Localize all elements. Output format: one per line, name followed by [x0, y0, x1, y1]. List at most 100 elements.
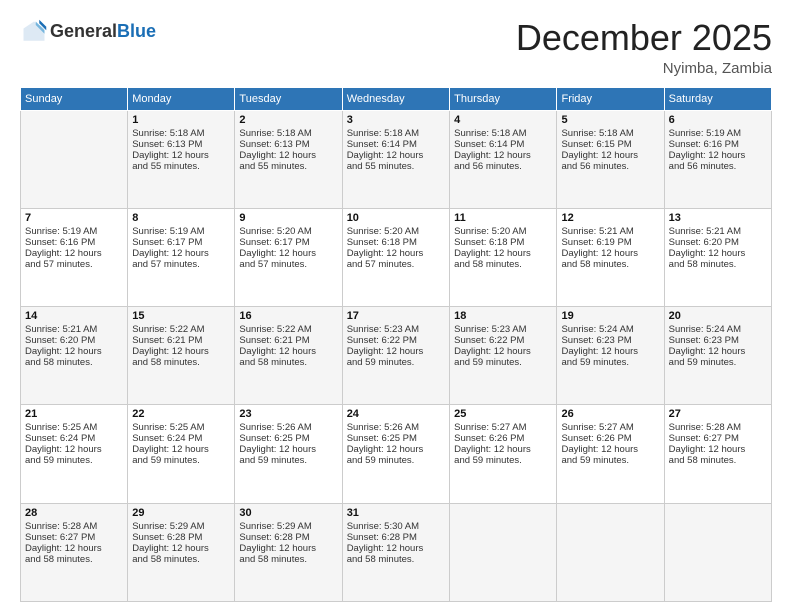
calendar-day-18: 18Sunrise: 5:23 AMSunset: 6:22 PMDayligh…	[450, 307, 557, 405]
day-info-line: and 59 minutes.	[347, 455, 445, 466]
day-info-line: Sunrise: 5:23 AM	[454, 324, 552, 335]
calendar-day-3: 3Sunrise: 5:18 AMSunset: 6:14 PMDaylight…	[342, 110, 449, 208]
calendar-week-3: 14Sunrise: 5:21 AMSunset: 6:20 PMDayligh…	[21, 307, 772, 405]
day-info-line: and 58 minutes.	[669, 259, 767, 270]
calendar-day-16: 16Sunrise: 5:22 AMSunset: 6:21 PMDayligh…	[235, 307, 342, 405]
day-info-line: Daylight: 12 hours	[347, 248, 445, 259]
calendar-day-empty	[664, 503, 771, 601]
day-number: 25	[454, 408, 552, 420]
day-info-line: Daylight: 12 hours	[25, 444, 123, 455]
day-info-line: Sunset: 6:24 PM	[132, 433, 230, 444]
calendar-day-10: 10Sunrise: 5:20 AMSunset: 6:18 PMDayligh…	[342, 208, 449, 306]
day-info-line: and 58 minutes.	[347, 554, 445, 565]
day-info-line: Sunrise: 5:18 AM	[132, 128, 230, 139]
day-info-line: and 58 minutes.	[239, 357, 337, 368]
day-info-line: Sunset: 6:25 PM	[347, 433, 445, 444]
day-info-line: Sunset: 6:23 PM	[561, 335, 659, 346]
day-info-line: Daylight: 12 hours	[239, 346, 337, 357]
day-number: 26	[561, 408, 659, 420]
day-number: 11	[454, 212, 552, 224]
day-info-line: Daylight: 12 hours	[132, 444, 230, 455]
day-info-line: and 56 minutes.	[669, 161, 767, 172]
calendar-day-8: 8Sunrise: 5:19 AMSunset: 6:17 PMDaylight…	[128, 208, 235, 306]
day-number: 18	[454, 310, 552, 322]
day-info-line: and 57 minutes.	[347, 259, 445, 270]
calendar-day-13: 13Sunrise: 5:21 AMSunset: 6:20 PMDayligh…	[664, 208, 771, 306]
day-number: 4	[454, 114, 552, 126]
day-number: 8	[132, 212, 230, 224]
day-number: 19	[561, 310, 659, 322]
day-info-line: Sunrise: 5:24 AM	[561, 324, 659, 335]
day-number: 9	[239, 212, 337, 224]
day-number: 28	[25, 507, 123, 519]
day-info-line: and 59 minutes.	[454, 455, 552, 466]
calendar-day-28: 28Sunrise: 5:28 AMSunset: 6:27 PMDayligh…	[21, 503, 128, 601]
calendar-day-21: 21Sunrise: 5:25 AMSunset: 6:24 PMDayligh…	[21, 405, 128, 503]
day-info-line: Sunrise: 5:19 AM	[132, 226, 230, 237]
day-info-line: Daylight: 12 hours	[454, 444, 552, 455]
day-info-line: Sunrise: 5:21 AM	[561, 226, 659, 237]
calendar-day-15: 15Sunrise: 5:22 AMSunset: 6:21 PMDayligh…	[128, 307, 235, 405]
day-number: 16	[239, 310, 337, 322]
day-info-line: Sunset: 6:22 PM	[454, 335, 552, 346]
day-info-line: Sunrise: 5:19 AM	[669, 128, 767, 139]
day-info-line: Sunset: 6:13 PM	[239, 139, 337, 150]
day-info-line: Daylight: 12 hours	[25, 248, 123, 259]
calendar-day-23: 23Sunrise: 5:26 AMSunset: 6:25 PMDayligh…	[235, 405, 342, 503]
day-info-line: Sunrise: 5:20 AM	[454, 226, 552, 237]
calendar-day-17: 17Sunrise: 5:23 AMSunset: 6:22 PMDayligh…	[342, 307, 449, 405]
day-number: 12	[561, 212, 659, 224]
calendar-day-11: 11Sunrise: 5:20 AMSunset: 6:18 PMDayligh…	[450, 208, 557, 306]
page: GeneralBlue December 2025 Nyimba, Zambia…	[0, 0, 792, 612]
day-info-line: Sunset: 6:24 PM	[25, 433, 123, 444]
day-info-line: Sunrise: 5:21 AM	[669, 226, 767, 237]
day-info-line: Sunset: 6:20 PM	[669, 237, 767, 248]
day-info-line: and 58 minutes.	[132, 357, 230, 368]
calendar-header-saturday: Saturday	[664, 87, 771, 110]
day-number: 21	[25, 408, 123, 420]
day-info-line: and 58 minutes.	[561, 259, 659, 270]
day-info-line: Daylight: 12 hours	[347, 444, 445, 455]
day-info-line: and 58 minutes.	[132, 554, 230, 565]
day-info-line: Sunset: 6:16 PM	[669, 139, 767, 150]
day-number: 7	[25, 212, 123, 224]
calendar-day-29: 29Sunrise: 5:29 AMSunset: 6:28 PMDayligh…	[128, 503, 235, 601]
calendar-day-12: 12Sunrise: 5:21 AMSunset: 6:19 PMDayligh…	[557, 208, 664, 306]
day-info-line: and 59 minutes.	[561, 357, 659, 368]
calendar-day-30: 30Sunrise: 5:29 AMSunset: 6:28 PMDayligh…	[235, 503, 342, 601]
day-info-line: Daylight: 12 hours	[561, 248, 659, 259]
day-info-line: Daylight: 12 hours	[669, 150, 767, 161]
day-info-line: Sunrise: 5:26 AM	[239, 422, 337, 433]
day-info-line: Daylight: 12 hours	[239, 444, 337, 455]
day-info-line: Sunrise: 5:18 AM	[454, 128, 552, 139]
day-info-line: Sunrise: 5:24 AM	[669, 324, 767, 335]
calendar-day-6: 6Sunrise: 5:19 AMSunset: 6:16 PMDaylight…	[664, 110, 771, 208]
day-info-line: Sunrise: 5:26 AM	[347, 422, 445, 433]
day-number: 27	[669, 408, 767, 420]
calendar-day-7: 7Sunrise: 5:19 AMSunset: 6:16 PMDaylight…	[21, 208, 128, 306]
day-info-line: and 57 minutes.	[25, 259, 123, 270]
calendar-day-27: 27Sunrise: 5:28 AMSunset: 6:27 PMDayligh…	[664, 405, 771, 503]
day-info-line: Sunrise: 5:22 AM	[132, 324, 230, 335]
day-info-line: Daylight: 12 hours	[454, 248, 552, 259]
location: Nyimba, Zambia	[516, 60, 772, 77]
day-info-line: Daylight: 12 hours	[25, 346, 123, 357]
day-info-line: Daylight: 12 hours	[669, 248, 767, 259]
day-info-line: and 55 minutes.	[347, 161, 445, 172]
day-number: 3	[347, 114, 445, 126]
day-info-line: Sunset: 6:23 PM	[669, 335, 767, 346]
day-info-line: Sunset: 6:13 PM	[132, 139, 230, 150]
day-info-line: Sunrise: 5:18 AM	[239, 128, 337, 139]
calendar-day-22: 22Sunrise: 5:25 AMSunset: 6:24 PMDayligh…	[128, 405, 235, 503]
day-info-line: Sunset: 6:14 PM	[347, 139, 445, 150]
day-info-line: and 58 minutes.	[25, 357, 123, 368]
calendar-day-1: 1Sunrise: 5:18 AMSunset: 6:13 PMDaylight…	[128, 110, 235, 208]
calendar-header-wednesday: Wednesday	[342, 87, 449, 110]
day-info-line: Sunrise: 5:21 AM	[25, 324, 123, 335]
calendar-week-4: 21Sunrise: 5:25 AMSunset: 6:24 PMDayligh…	[21, 405, 772, 503]
logo-general: General	[50, 21, 117, 41]
day-info-line: and 58 minutes.	[454, 259, 552, 270]
calendar-week-5: 28Sunrise: 5:28 AMSunset: 6:27 PMDayligh…	[21, 503, 772, 601]
calendar-header-thursday: Thursday	[450, 87, 557, 110]
calendar-day-24: 24Sunrise: 5:26 AMSunset: 6:25 PMDayligh…	[342, 405, 449, 503]
